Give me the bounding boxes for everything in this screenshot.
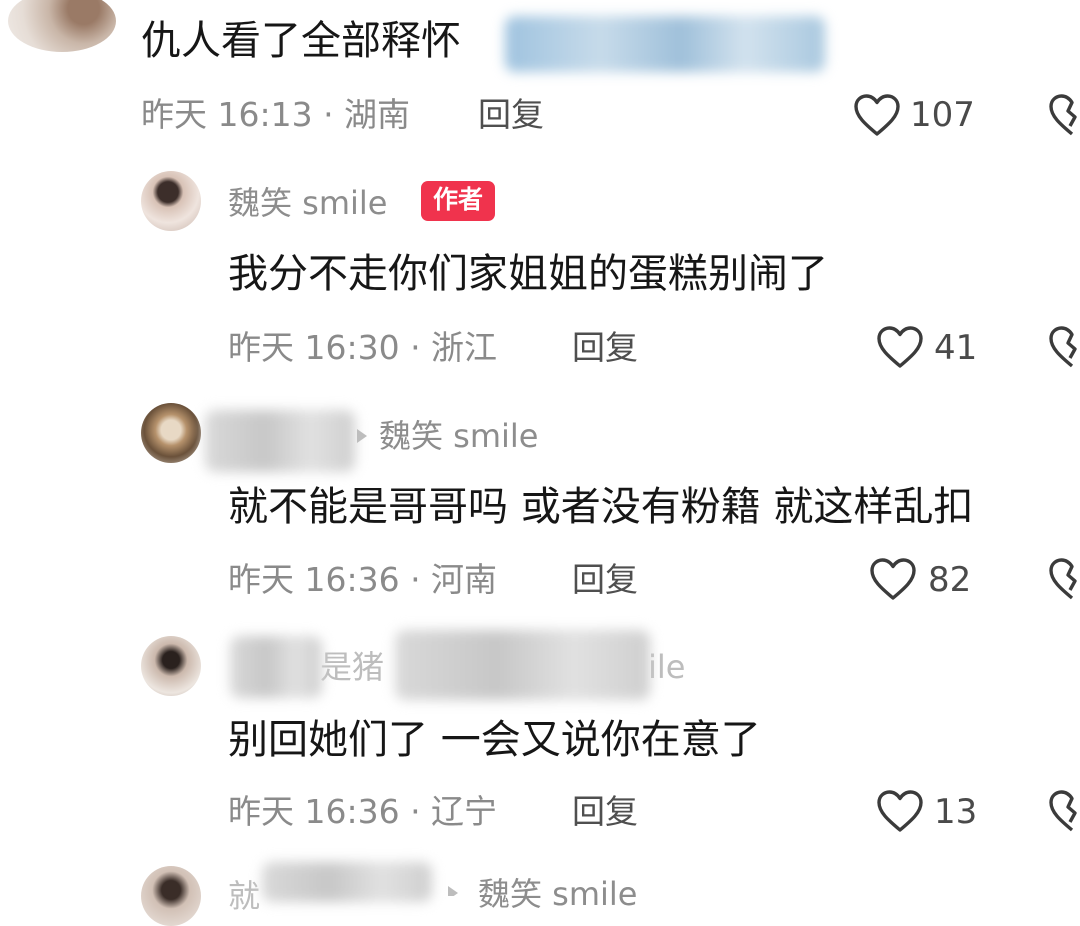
avatar[interactable] [141,866,201,926]
reply-button[interactable]: 回复 [572,792,638,832]
comment-meta: 昨天 16:36 · 辽宁 [228,792,498,831]
comment-meta: 昨天 16:13 · 湖南 [141,95,411,134]
comment-text: 仇人看了全部释怀 [141,18,461,64]
redacted-username [205,410,355,472]
reply-button[interactable]: 回复 [572,328,638,368]
like-count: 82 [928,560,972,600]
like-count: 41 [934,328,978,368]
avatar[interactable] [141,403,201,463]
like-count: 107 [910,95,975,135]
username[interactable]: 魏笑 smile [228,183,388,223]
heart-outline-icon[interactable] [876,789,924,833]
username-partial[interactable]: 就 [228,876,260,916]
reply-to-username-partial[interactable]: ile [648,647,685,687]
redacted-username [395,630,650,700]
heart-outline-icon[interactable] [853,93,901,137]
reply-arrow-icon [355,428,369,444]
avatar[interactable] [141,171,201,231]
broken-heart-icon[interactable] [1048,325,1080,369]
reply-button[interactable]: 回复 [572,560,638,600]
heart-outline-icon[interactable] [869,557,917,601]
comment-meta: 昨天 16:30 · 浙江 [228,328,498,367]
broken-heart-icon[interactable] [1048,557,1080,601]
avatar[interactable] [141,636,201,696]
redacted-username [262,862,432,902]
heart-outline-icon[interactable] [876,325,924,369]
comment-text: 别回她们了 一会又说你在意了 [228,717,761,763]
broken-heart-icon[interactable] [1048,93,1080,137]
like-count: 13 [934,792,978,832]
comment-meta: 昨天 16:36 · 河南 [228,560,498,599]
redacted-emoji-area [505,16,825,72]
reply-arrow-icon [446,885,460,896]
username-partial[interactable]: 是猪 [320,647,384,687]
broken-heart-icon[interactable] [1048,789,1080,833]
comment-text: 我分不走你们家姐姐的蛋糕别闹了 [228,251,828,297]
redacted-username [230,636,322,698]
comment-text: 就不能是哥哥吗 或者没有粉籍 就这样乱扣 [228,484,974,530]
reply-to-username[interactable]: 魏笑 smile [478,874,638,914]
avatar[interactable] [8,0,116,52]
reply-to-username[interactable]: 魏笑 smile [379,416,539,456]
reply-button[interactable]: 回复 [478,95,544,135]
author-badge: 作者 [421,181,496,221]
